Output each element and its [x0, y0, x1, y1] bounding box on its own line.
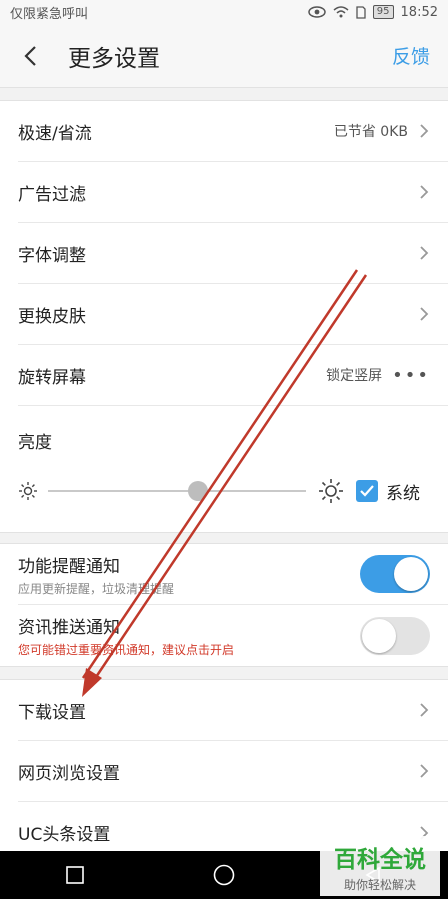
setting-feature-notify[interactable]: 功能提醒通知 应用更新提醒，垃圾清理提醒	[18, 544, 448, 605]
notify-title: 功能提醒通知	[18, 556, 120, 577]
setting-rotate-screen[interactable]: 旋转屏幕 锁定竖屏 •••	[18, 345, 448, 406]
back-button[interactable]	[0, 24, 60, 88]
toggle-knob	[394, 557, 428, 591]
setting-font-size[interactable]: 字体调整	[18, 223, 448, 284]
news-push-toggle[interactable]	[360, 616, 430, 655]
system-brightness-label: 系统	[386, 483, 420, 504]
recent-apps-button[interactable]	[55, 855, 95, 895]
brightness-control: 亮度 系统	[18, 406, 448, 532]
feature-notify-toggle[interactable]	[360, 555, 430, 593]
sun-small-icon	[19, 482, 37, 500]
setting-ad-filter[interactable]: 广告过滤	[18, 162, 448, 223]
setting-value: 已节省 0KB	[333, 124, 408, 140]
setting-label: 广告过滤	[18, 184, 86, 205]
notify-warning: 您可能错过重要资讯通知，建议点击开启	[18, 643, 235, 657]
brightness-label: 亮度	[18, 433, 52, 453]
app-header: 更多设置 反馈	[0, 24, 448, 88]
sun-large-icon	[319, 479, 343, 503]
setting-download[interactable]: 下载设置	[18, 680, 448, 741]
sim-icon	[356, 5, 366, 19]
chevron-right-icon	[420, 703, 429, 717]
brightness-slider[interactable]	[48, 481, 306, 501]
general-settings-group: 极速/省流 已节省 0KB 广告过滤 字体调整 更换皮肤 旋转屏幕 锁定竖屏 •…	[0, 100, 448, 533]
status-bar: 仅限紧急呼叫 95 18:52	[0, 0, 448, 24]
chevron-right-icon	[420, 246, 429, 260]
circle-icon	[213, 864, 235, 886]
watermark-logo: 百科全说 助你轻松解决	[320, 836, 440, 896]
notify-title: 资讯推送通知	[18, 618, 120, 638]
setting-skin[interactable]: 更换皮肤	[18, 284, 448, 345]
setting-label: 旋转屏幕	[18, 367, 86, 388]
chevron-right-icon	[420, 185, 429, 199]
square-icon	[65, 866, 84, 884]
setting-value: 锁定竖屏	[326, 368, 383, 384]
watermark-subtitle: 助你轻松解决	[343, 878, 416, 892]
chevron-right-icon	[420, 764, 429, 778]
notification-settings-group: 功能提醒通知 应用更新提醒，垃圾清理提醒 资讯推送通知 您可能错过重要资讯通知，…	[0, 543, 448, 667]
chevron-left-icon	[24, 45, 36, 66]
brightness-slider-thumb[interactable]	[187, 481, 208, 501]
setting-label: 更换皮肤	[18, 306, 86, 327]
page-title: 更多设置	[68, 45, 160, 72]
checkmark-icon	[360, 485, 374, 497]
setting-label: 下载设置	[18, 702, 86, 723]
wifi-icon	[333, 6, 349, 18]
notify-subtitle: 应用更新提醒，垃圾清理提醒	[18, 581, 175, 596]
clock: 18:52	[400, 4, 438, 20]
battery-indicator: 95	[372, 5, 394, 19]
chevron-right-icon	[420, 124, 429, 138]
carrier-text: 仅限紧急呼叫	[10, 6, 89, 22]
setting-news-push[interactable]: 资讯推送通知 您可能错过重要资讯通知，建议点击开启	[18, 605, 448, 666]
more-dots-icon: •••	[392, 364, 430, 386]
setting-label: 极速/省流	[18, 123, 92, 144]
feedback-button[interactable]: 反馈	[392, 42, 430, 69]
home-button[interactable]	[204, 855, 244, 895]
setting-label: 网页浏览设置	[18, 763, 120, 784]
setting-speed-saving[interactable]: 极速/省流 已节省 0KB	[18, 101, 448, 162]
setting-web-browsing[interactable]: 网页浏览设置	[18, 741, 448, 802]
setting-label: 字体调整	[18, 245, 86, 266]
toggle-knob	[362, 618, 396, 653]
eye-icon	[308, 6, 326, 18]
watermark-title: 百科全说	[334, 847, 426, 873]
system-brightness-checkbox[interactable]	[356, 480, 378, 502]
chevron-right-icon	[420, 307, 429, 321]
